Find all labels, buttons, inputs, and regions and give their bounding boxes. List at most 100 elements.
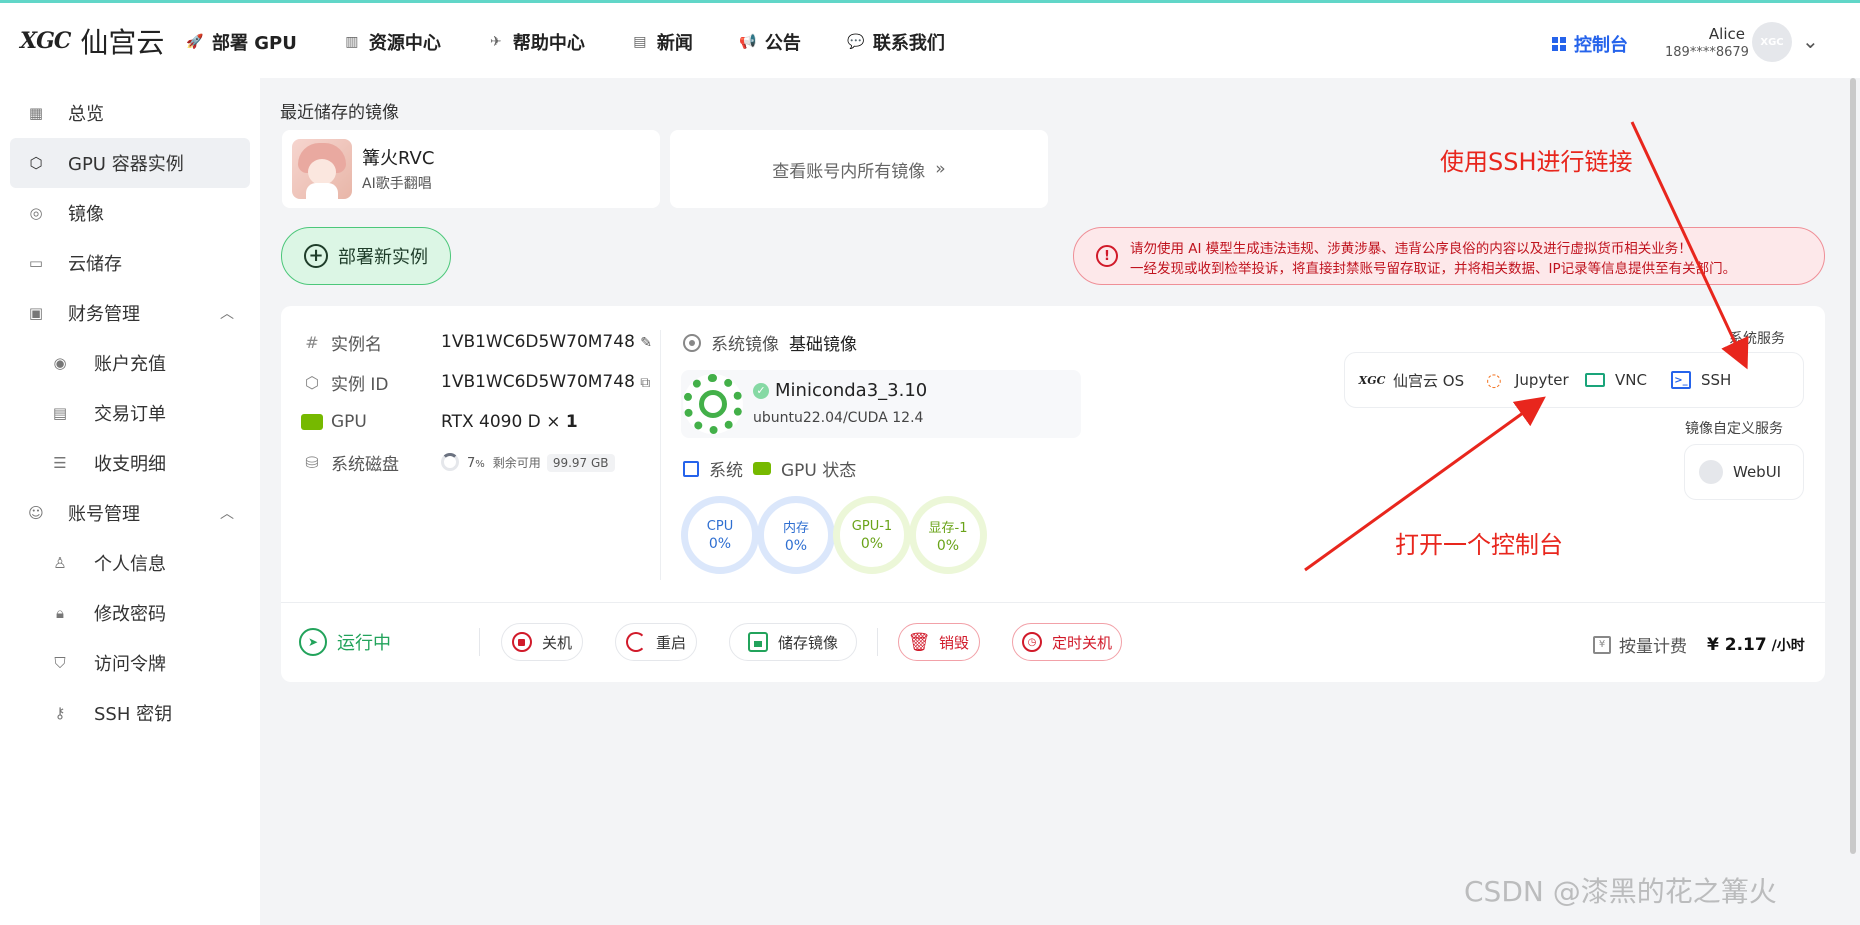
avatar[interactable]: XGC: [1752, 22, 1792, 62]
user-phone: 189****8679: [1665, 45, 1749, 60]
system-image-row: 系统镜像 基础镜像: [683, 330, 857, 355]
xgc-logo-icon: XGC: [1358, 373, 1386, 387]
scheduled-shutdown-button[interactable]: ◷ 定时关机: [1012, 623, 1122, 661]
sidebar-item-profile[interactable]: ♙ 个人信息: [10, 538, 250, 588]
disk-usage-ring: [441, 453, 459, 471]
sidebar-item-finance[interactable]: ▣ 财务管理 ︿: [10, 288, 250, 338]
disk-row: ⛁ 系统磁盘 7% 剩余可用 99.97 GB: [301, 450, 615, 475]
plane-icon: ✈: [489, 34, 502, 50]
lock-icon: 🔒︎: [56, 604, 64, 622]
dashboard-icon: ▦: [28, 104, 44, 122]
divider: [877, 628, 878, 656]
recent-images-title: 最近储存的镜像: [280, 103, 399, 123]
plus-circle-icon: +: [304, 244, 328, 268]
nav-deploy-gpu[interactable]: 🚀 部署 GPU: [186, 29, 297, 55]
chevron-down-icon[interactable]: ⌄: [1802, 29, 1819, 53]
sidebar-item-images[interactable]: ◎ 镜像: [10, 188, 250, 238]
gauge-memory: 内存 0%: [757, 496, 835, 574]
nvidia-icon: [301, 414, 323, 430]
recent-image-name: 篝火RVC: [362, 148, 435, 169]
shutdown-button[interactable]: 关机: [501, 623, 583, 661]
hash-icon: #: [305, 332, 319, 352]
divider: [281, 602, 1825, 603]
instance-card: # 实例名 1VB1WC6D5W70M748 ✎ ⬡ 实例 ID 1VB1WC6…: [281, 306, 1825, 682]
copy-icon[interactable]: ⧉: [640, 375, 650, 391]
disk-free-label: 剩余可用: [492, 456, 541, 470]
coin-icon: ◉: [53, 354, 67, 372]
service-ssh-button[interactable]: >_ SSH: [1671, 371, 1731, 389]
instance-id: 1VB1WC6D5W70M748: [441, 372, 635, 392]
deploy-new-instance-button[interactable]: + 部署新实例: [281, 227, 451, 285]
console-link[interactable]: 控制台: [1552, 31, 1628, 57]
logo[interactable]: XGC 仙宫云: [20, 21, 164, 61]
nav-announcements[interactable]: 📢 公告: [739, 29, 801, 55]
logo-mark: XGC: [20, 28, 71, 54]
save-icon: [747, 632, 768, 652]
save-image-button[interactable]: 储存镜像: [729, 623, 857, 661]
image-card: ✓ Miniconda3_3.10 ubuntu22.04/CUDA 12.4: [681, 370, 1081, 438]
nav-news[interactable]: ▤ 新闻: [631, 29, 693, 55]
chat-icon: 💬: [847, 34, 865, 50]
scrollbar[interactable]: [1848, 78, 1860, 925]
gauge-gpu: GPU-1 0%: [833, 496, 911, 574]
user-name: Alice: [1708, 25, 1745, 43]
timer-icon: ◷: [1021, 632, 1042, 652]
running-icon: ➤: [299, 628, 327, 656]
system-image-type: 基础镜像: [789, 335, 857, 355]
divider: [479, 628, 480, 656]
megaphone-icon: 📢: [739, 34, 757, 50]
service-webui-button[interactable]: WebUI: [1684, 444, 1804, 500]
status-system-label[interactable]: 系统: [709, 456, 743, 481]
restart-button[interactable]: 重启: [615, 623, 697, 661]
service-xgc-os-button[interactable]: XGC 仙宫云 OS: [1358, 370, 1464, 391]
nvidia-icon: [753, 462, 771, 475]
sidebar-item-change-password[interactable]: 🔒︎ 修改密码: [10, 588, 250, 638]
monitor-icon: [1585, 373, 1605, 387]
smile-icon: ☺: [28, 504, 44, 522]
nav-resource-center[interactable]: ▥ 资源中心: [343, 29, 441, 55]
sidebar-item-orders[interactable]: ▤ 交易订单: [10, 388, 250, 438]
alert-icon: !: [1096, 245, 1118, 267]
rocket-icon: 🚀: [186, 34, 204, 50]
recent-image-card[interactable]: 篝火RVC AI歌手翻唱: [282, 130, 660, 208]
watermark: CSDN @漆黑的花之篝火: [1464, 875, 1777, 908]
nav-help-center[interactable]: ✈ 帮助中心: [487, 29, 585, 55]
user-info[interactable]: Alice 189****8679: [1665, 25, 1749, 60]
divider: [660, 330, 661, 580]
image-thumbnail: [292, 139, 352, 199]
service-vnc-button[interactable]: VNC: [1585, 371, 1647, 389]
status-gpu-label[interactable]: GPU 状态: [781, 456, 856, 481]
warning-line-2: 一经发现或收到检举投诉，将直接封禁账号留存取证，并将相关数据、IP记录等信息提供…: [1130, 261, 1737, 277]
wallet-icon: ▣: [28, 304, 44, 322]
service-jupyter-button[interactable]: ◌ Jupyter: [1483, 370, 1568, 391]
scrollbar-thumb[interactable]: [1850, 78, 1856, 854]
gauge-cpu: CPU 0%: [681, 496, 759, 574]
disc-icon: [683, 333, 701, 352]
receipt-icon: ▤: [52, 404, 68, 422]
sidebar-item-access-token[interactable]: ⛉ 访问令牌: [10, 638, 250, 688]
newspaper-icon: ▤: [633, 34, 647, 50]
sidebar-item-cloud-storage[interactable]: ▭ 云储存: [10, 238, 250, 288]
image-subtitle: ubuntu22.04/CUDA 12.4: [753, 410, 924, 426]
stop-icon: [511, 632, 532, 652]
sidebar-item-account[interactable]: ☺ 账号管理 ︿: [10, 488, 250, 538]
billing-info: ¥ 按量计费 ¥ 2.17 /小时: [1593, 632, 1805, 657]
sidebar-item-recharge[interactable]: ◉ 账户充值: [10, 338, 250, 388]
edit-icon[interactable]: ✎: [640, 335, 652, 351]
cpu-chip-icon: [683, 460, 699, 477]
sidebar-item-gpu-instances[interactable]: ⬡ GPU 容器实例: [10, 138, 250, 188]
gauge-vram: 显存-1 0%: [909, 496, 987, 574]
sidebar-item-overview[interactable]: ▦ 总览: [10, 88, 250, 138]
cube-icon: ⬡: [29, 154, 43, 172]
sidebar-item-ssh-keys[interactable]: ⚷ SSH 密钥: [10, 688, 250, 738]
trash-icon: 🗑︎: [907, 631, 931, 653]
hard-drive-icon: ⛁: [305, 452, 319, 472]
destroy-button[interactable]: 🗑︎ 销毁: [898, 623, 980, 661]
nav-contact-us[interactable]: 💬 联系我们: [847, 29, 945, 55]
sidebar-item-transactions[interactable]: ☰ 收支明细: [10, 438, 250, 488]
system-services-label: 系统服务: [1729, 331, 1785, 347]
gpu-model: RTX 4090 D: [441, 412, 541, 432]
system-services-bar: XGC 仙宫云 OS ◌ Jupyter VNC >_ SSH: [1344, 352, 1804, 408]
user-icon: ♙: [53, 554, 67, 572]
view-all-images-button[interactable]: 查看账号内所有镜像 »: [670, 130, 1048, 208]
